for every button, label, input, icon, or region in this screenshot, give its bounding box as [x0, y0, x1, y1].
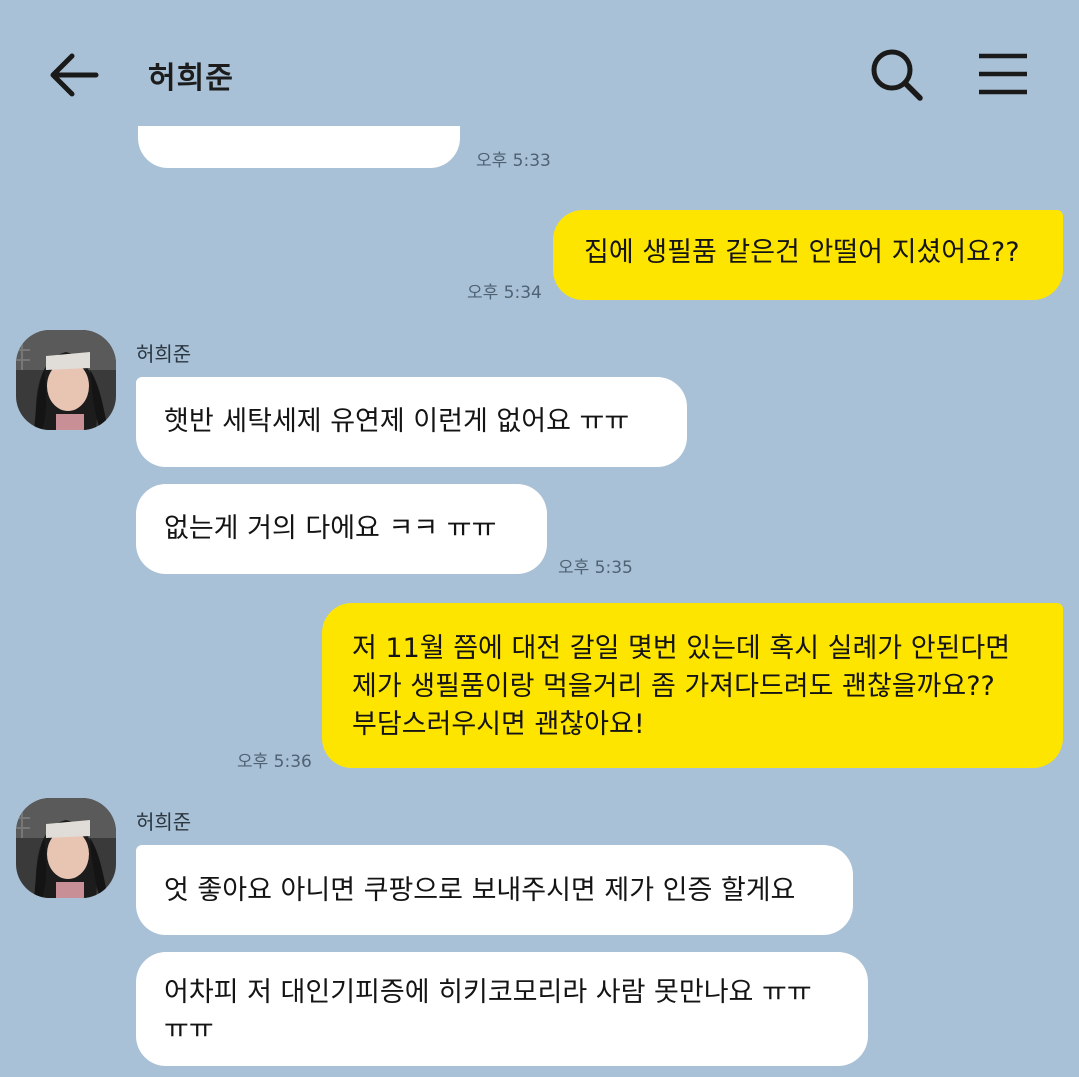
search-icon	[871, 49, 923, 101]
message-text: 없는게 거의 다에요 ㅋㅋ ㅠㅠ	[164, 513, 497, 544]
message-bubble-incoming[interactable]: 햇반 세탁세제 유연제 이런게 없어요 ㅠㅠ	[136, 377, 687, 467]
avatar[interactable]	[16, 330, 116, 430]
message-text: 햇반 세탁세제 유연제 이런게 없어요 ㅠㅠ	[164, 406, 630, 437]
chat-title: 허희준	[148, 61, 234, 96]
message-bubble-outgoing[interactable]: 집에 생필품 같은건 안떨어 지셨어요??	[553, 210, 1063, 300]
menu-button[interactable]	[972, 44, 1034, 106]
hamburger-menu-icon	[979, 53, 1027, 95]
message-time: 오후 5:34	[467, 283, 542, 303]
message-bubble-incoming[interactable]: 어차피 저 대인기피증에 히키코모리라 사람 못만나요 ㅠㅠ ㅠㅠ	[136, 952, 868, 1066]
message-text-line: 저 11월 쯤에 대전 갈일 몇번 있는데 혹시 실례가 안된다면	[352, 633, 1011, 664]
message-bubble-incoming[interactable]	[138, 126, 460, 168]
message-time: 오후 5:36	[237, 752, 312, 772]
avatar[interactable]	[16, 798, 116, 898]
message-time: 오후 5:35	[558, 558, 633, 578]
message-text-line: 제가 생필품이랑 먹을거리 좀 가져다드려도 괜찮을까요??	[352, 671, 995, 702]
arrow-left-icon	[50, 53, 99, 97]
message-text: 엇 좋아요 아니면 쿠팡으로 보내주시면 제가 인증 할게요	[164, 875, 796, 906]
message-bubble-incoming[interactable]: 엇 좋아요 아니면 쿠팡으로 보내주시면 제가 인증 할게요	[136, 845, 853, 935]
profile-photo	[16, 798, 116, 898]
message-text-line: ㅠㅠ	[164, 1014, 214, 1045]
search-button[interactable]	[866, 44, 928, 106]
profile-photo	[16, 330, 116, 430]
back-button[interactable]	[44, 45, 104, 105]
message-time: 오후 5:33	[476, 151, 551, 171]
chat-header: 허희준	[0, 0, 1079, 140]
sender-name: 허희준	[136, 342, 192, 366]
message-text-line: 어차피 저 대인기피증에 히키코모리라 사람 못만나요 ㅠㅠ	[164, 977, 812, 1008]
message-bubble-outgoing[interactable]: 저 11월 쯤에 대전 갈일 몇번 있는데 혹시 실례가 안된다면 제가 생필품…	[322, 603, 1063, 768]
message-text-line: 부담스러우시면 괜찮아요!	[352, 709, 645, 740]
sender-name: 허희준	[136, 810, 192, 834]
message-bubble-incoming[interactable]: 없는게 거의 다에요 ㅋㅋ ㅠㅠ	[136, 484, 547, 574]
message-text: 집에 생필품 같은건 안떨어 지셨어요??	[584, 237, 1020, 268]
